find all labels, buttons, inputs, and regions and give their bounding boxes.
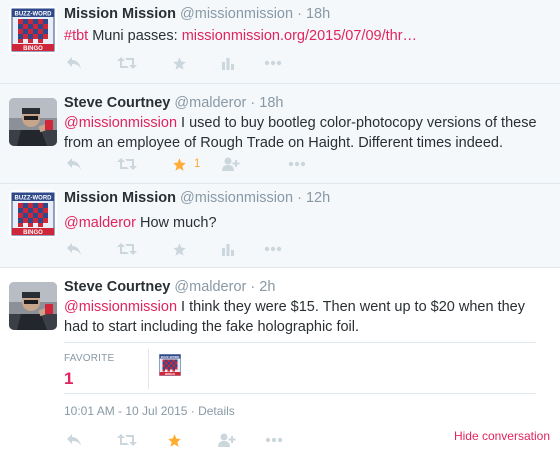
retweet-icon[interactable] [117, 430, 137, 450]
tweet-text: #tbt Muni passes: missionmission.org/201… [64, 26, 544, 46]
tweet-text: @malderor How much? [64, 213, 544, 233]
reply-icon[interactable] [66, 154, 82, 174]
favoriter-avatar[interactable] [158, 353, 182, 377]
fullname[interactable]: Mission Mission [64, 6, 176, 22]
screenname[interactable]: @missionmission [180, 190, 293, 206]
tweet-body: Muni passes: [88, 28, 182, 44]
stats-divider [148, 349, 149, 389]
tweet-meta: 10:01 AM - 10 Jul 2015 · Details [64, 404, 235, 418]
separator: · [297, 190, 302, 206]
favorite-count: 1 [194, 158, 201, 170]
tweet-stats: FAVORITE 1 [64, 342, 536, 394]
separator: · [250, 279, 256, 295]
tweet-text: @missionmission I used to buy bootleg co… [64, 113, 544, 153]
tweet-4-expanded[interactable]: Steve Courtney @malderor · 2h @missionmi… [0, 268, 560, 461]
timestamp[interactable]: 2h [259, 279, 275, 295]
follow-icon[interactable] [218, 430, 236, 450]
retweet-icon[interactable] [117, 154, 137, 174]
favorite-icon[interactable] [172, 239, 187, 259]
timestamp[interactable]: 18h [259, 95, 283, 111]
favorite-icon[interactable] [167, 430, 182, 450]
fullname[interactable]: Mission Mission [64, 190, 176, 206]
reply-icon[interactable] [66, 53, 82, 73]
mention-link[interactable]: @missionmission [64, 115, 177, 131]
favorite-button[interactable]: 1 [172, 154, 200, 174]
more-icon[interactable] [264, 53, 282, 73]
screenname[interactable]: @missionmission [180, 6, 293, 22]
mention-link[interactable]: @missionmission [64, 299, 177, 315]
tweet-text: @missionmission I think they were $15. T… [64, 297, 544, 337]
buzzword-bingo-avatar[interactable] [9, 190, 57, 238]
reply-icon[interactable] [66, 239, 82, 259]
favorite-icon [172, 157, 187, 172]
tweet-2[interactable]: Steve Courtney @malderor · 18h @missionm… [0, 84, 560, 184]
tweet-header: Steve Courtney @malderor · 18h [64, 95, 283, 111]
tweet-header: Mission Mission @missionmission · 18h [64, 6, 330, 22]
separator: · [297, 6, 302, 22]
tweet-actions: 1 [64, 154, 544, 174]
favorite-stat-value[interactable]: 1 [64, 369, 73, 389]
timestamp[interactable]: 12h [306, 190, 330, 206]
screenname[interactable]: @malderor [174, 279, 246, 295]
more-icon[interactable] [264, 239, 282, 259]
fullname[interactable]: Steve Courtney [64, 95, 170, 111]
retweet-icon[interactable] [117, 53, 137, 73]
person-photo-avatar[interactable] [9, 282, 57, 330]
hide-conversation-link[interactable]: Hide conversation [454, 429, 550, 443]
person-photo-avatar[interactable] [9, 98, 57, 146]
meta-separator: · [187, 404, 199, 418]
hashtag-link[interactable]: #tbt [64, 28, 88, 44]
stats-icon[interactable] [222, 53, 234, 73]
reply-icon[interactable] [66, 430, 82, 450]
follow-icon[interactable] [222, 154, 240, 174]
more-icon[interactable] [288, 154, 306, 174]
favorite-stat-label[interactable]: FAVORITE [64, 353, 114, 364]
more-icon[interactable] [265, 430, 283, 450]
details-link[interactable]: Details [198, 404, 235, 418]
screenname[interactable]: @malderor [174, 95, 246, 111]
separator: · [250, 95, 256, 111]
url-link[interactable]: missionmission.org/2015/07/09/thr… [182, 28, 417, 44]
timestamp[interactable]: 18h [306, 6, 330, 22]
buzzword-bingo-avatar[interactable] [9, 6, 57, 54]
mention-link[interactable]: @malderor [64, 215, 136, 231]
tweet-header: Mission Mission @missionmission · 12h [64, 190, 330, 206]
favorite-icon[interactable] [172, 53, 187, 73]
tweet-3[interactable]: Mission Mission @missionmission · 12h @m… [0, 184, 560, 268]
tweet-body: How much? [135, 215, 217, 231]
tweet-actions [64, 53, 544, 73]
tweet-header: Steve Courtney @malderor · 2h [64, 279, 275, 295]
tweet-1[interactable]: Mission Mission @missionmission · 18h #t… [0, 0, 560, 84]
retweet-icon[interactable] [117, 239, 137, 259]
fullname[interactable]: Steve Courtney [64, 279, 170, 295]
full-timestamp: 10:01 AM - 10 Jul 2015 [64, 404, 188, 418]
tweet-actions [64, 239, 544, 259]
stats-icon[interactable] [222, 239, 234, 259]
